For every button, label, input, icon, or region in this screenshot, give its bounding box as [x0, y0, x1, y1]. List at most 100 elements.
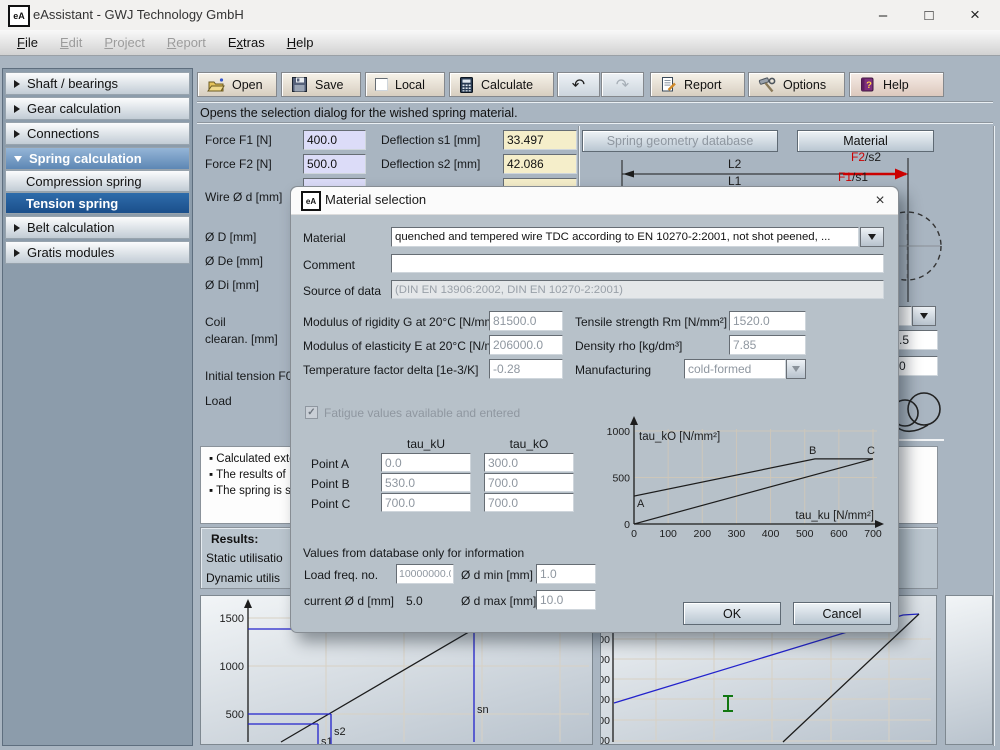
chevron-down-icon	[868, 234, 876, 240]
temperature-factor-field[interactable]	[489, 359, 563, 379]
density-field[interactable]	[729, 335, 806, 355]
dim-l2-label: L2	[728, 157, 742, 171]
calculate-button-label: Calculate	[481, 78, 533, 92]
point-a-label: Point A	[311, 457, 349, 471]
point-c-tau-ko-field[interactable]	[484, 493, 574, 512]
sidebar-item-gear-calculation[interactable]: Gear calculation	[5, 97, 190, 120]
sidebar-item-label: Gear calculation	[27, 101, 121, 116]
temperature-factor-label: Temperature factor delta [1e-3/K]	[303, 363, 478, 377]
redo-icon: ↷	[616, 75, 629, 95]
tensile-strength-field[interactable]	[729, 311, 806, 331]
chevron-right-icon	[14, 105, 20, 113]
modulus-rigidity-label: Modulus of rigidity G at 20°C [N/mm²]	[303, 315, 502, 329]
svg-text:F2/s2: F2/s2	[851, 150, 881, 164]
sidebar-item-label: Tension spring	[26, 196, 118, 211]
outer-diameter-label: Ø De [mm]	[205, 254, 263, 268]
local-checkbox[interactable]	[375, 78, 388, 91]
manufacturing-label: Manufacturing	[575, 363, 651, 377]
chevron-right-icon	[14, 224, 20, 232]
options-button[interactable]: Options	[748, 72, 845, 97]
point-b-tau-ku-field[interactable]	[381, 473, 471, 492]
modulus-rigidity-field[interactable]	[489, 311, 563, 331]
modulus-elasticity-field[interactable]	[489, 335, 563, 355]
svg-text:400: 400	[601, 674, 610, 686]
menu-report[interactable]: Report	[156, 35, 217, 50]
svg-text:B: B	[809, 445, 816, 457]
manufacturing-select-arrow[interactable]	[786, 359, 806, 379]
fatigue-values-checkbox-label: Fatigue values available and entered	[324, 406, 520, 420]
menu-edit[interactable]: Edit	[49, 35, 93, 50]
redo-button[interactable]: ↷	[601, 72, 644, 97]
svg-text:200: 200	[694, 528, 712, 540]
sidebar-item-connections[interactable]: Connections	[5, 122, 190, 145]
open-button[interactable]: Open	[197, 72, 277, 97]
dialog-close-button[interactable]: ×	[869, 190, 891, 212]
toolbar-separator	[197, 101, 993, 103]
force-f2-input[interactable]	[303, 154, 366, 174]
svg-text:A: A	[637, 498, 645, 510]
results-title: Results:	[211, 532, 258, 546]
sidebar-item-label: Gratis modules	[27, 245, 114, 260]
sidebar-item-shaft-bearings[interactable]: Shaft / bearings	[5, 72, 190, 95]
deflection-s1-output	[503, 130, 577, 150]
chevron-right-icon	[14, 130, 20, 138]
operating-point-marker	[723, 696, 733, 711]
point-c-tau-ku-field[interactable]	[381, 493, 471, 512]
modulus-elasticity-label: Modulus of elasticity E at 20°C [N/mm²]	[303, 339, 512, 353]
fatigue-values-checkbox[interactable]: ✓	[305, 406, 318, 419]
manufacturing-select[interactable]: cold-formed	[684, 359, 786, 379]
comment-input[interactable]	[391, 254, 884, 273]
load-label: Load	[205, 394, 232, 408]
svg-text:500: 500	[226, 709, 244, 721]
close-button[interactable]: ×	[952, 0, 998, 30]
svg-text:0: 0	[624, 519, 630, 531]
report-button[interactable]: Report	[650, 72, 745, 97]
sidebar-item-compression-spring[interactable]: Compression spring	[5, 170, 190, 192]
maximize-button[interactable]: □	[906, 0, 952, 30]
calculate-button[interactable]: Calculate	[449, 72, 554, 97]
sidebar-item-label: Belt calculation	[27, 220, 114, 235]
svg-text:1000: 1000	[220, 661, 244, 673]
menu-project[interactable]: Project	[93, 35, 155, 50]
minimize-button[interactable]: –	[860, 0, 906, 30]
d-min-field[interactable]	[536, 564, 596, 584]
menu-extras[interactable]: Extras	[217, 35, 276, 50]
load-freq-field[interactable]	[396, 564, 454, 584]
deflection-s1-label: Deflection s1 [mm]	[381, 133, 480, 147]
material-selection-dialog: eA Material selection × Material quenche…	[290, 186, 899, 633]
force-f1-input[interactable]	[303, 130, 366, 150]
save-button[interactable]: Save	[281, 72, 361, 97]
cancel-button[interactable]: Cancel	[793, 602, 891, 625]
sidebar-item-belt-calculation[interactable]: Belt calculation	[5, 216, 190, 239]
menu-help[interactable]: Help	[276, 35, 325, 50]
results-static-line: Static utilisatio	[206, 551, 283, 565]
material-label: Material	[303, 231, 346, 245]
local-toggle[interactable]: Local	[365, 72, 445, 97]
menu-file[interactable]: File	[6, 35, 49, 50]
material-combobox-arrow[interactable]	[860, 227, 884, 247]
sidebar-item-label: Compression spring	[26, 174, 142, 189]
save-floppy-icon	[291, 76, 308, 93]
source-of-data-field	[391, 280, 884, 299]
sidebar-item-spring-calculation[interactable]: Spring calculation	[5, 147, 190, 170]
ok-button[interactable]: OK	[683, 602, 781, 625]
d-max-field[interactable]	[536, 590, 596, 610]
sidebar-item-tension-spring[interactable]: Tension spring	[5, 192, 190, 214]
undo-button[interactable]: ↶	[557, 72, 600, 97]
dialog-title: Material selection	[325, 192, 426, 207]
material-combobox[interactable]: quenched and tempered wire TDC according…	[391, 227, 859, 247]
coil-clearance-label-2: clearan. [mm]	[205, 332, 278, 346]
initial-tension-label: Initial tension F0	[205, 369, 292, 383]
inner-diameter-label: Ø Di [mm]	[205, 278, 259, 292]
point-a-tau-ko-field[interactable]	[484, 453, 574, 472]
d-min-label: Ø d min [mm]	[461, 568, 533, 582]
point-a-tau-ku-field[interactable]	[381, 453, 471, 472]
svg-text:500: 500	[612, 473, 630, 485]
point-b-tau-ko-field[interactable]	[484, 473, 574, 492]
force-f2-label: Force F2 [N]	[205, 157, 272, 171]
help-button[interactable]: ? Help	[849, 72, 944, 97]
save-button-label: Save	[315, 78, 344, 92]
svg-text:600: 600	[830, 528, 848, 540]
tau-ku-column-header: tau_kU	[381, 437, 471, 451]
sidebar-item-gratis-modules[interactable]: Gratis modules	[5, 241, 190, 264]
